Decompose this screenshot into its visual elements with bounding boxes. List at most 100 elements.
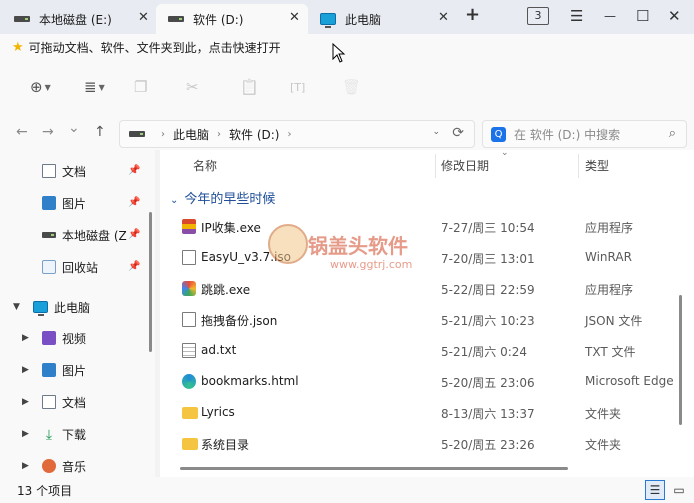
file-date: 7-20/周三 13:01 [441, 252, 535, 266]
mouse-cursor-icon [332, 43, 346, 63]
horizontal-scrollbar[interactable] [180, 467, 568, 470]
column-header-name[interactable]: 名称 [193, 150, 217, 182]
column-header-type[interactable]: 类型 [585, 150, 609, 182]
folder-icon [182, 407, 198, 419]
up-button[interactable]: ↑ [94, 124, 106, 140]
new-button[interactable]: ⊕ ▼ [30, 78, 51, 96]
file-name: IP收集.exe [201, 221, 261, 235]
sidebar-item-label: 图片 [62, 363, 87, 378]
chevron-right-icon[interactable]: › [161, 129, 165, 140]
chevron-right-icon[interactable]: ▶ [22, 397, 29, 407]
chevron-right-icon[interactable]: ▶ [22, 461, 29, 471]
file-date: 5-22/周日 22:59 [441, 283, 535, 297]
drive-icon [42, 232, 56, 238]
sidebar-item-documents[interactable]: 文档 [42, 158, 86, 184]
search-input[interactable]: 在 软件 (D:) 中搜索 [514, 126, 620, 143]
sidebar-item-drive-z[interactable]: 本地磁盘 (Z [42, 222, 127, 248]
details-view-button[interactable]: ☰ [645, 480, 665, 500]
file-date: 5-21/周六 0:24 [441, 345, 528, 359]
chevron-down-icon[interactable]: ▼ [13, 302, 20, 312]
file-type: JSON 文件 [585, 314, 643, 328]
file-row[interactable]: ad.txt 5-21/周六 0:24 TXT 文件 [160, 335, 694, 366]
file-date: 5-20/周五 23:26 [441, 438, 535, 452]
app-icon [182, 281, 196, 296]
column-divider[interactable] [578, 154, 579, 178]
navigation-bar: ← → ⌄ ↑ › 此电脑 › 软件 (D:) › ⌄ ⟳ Q 在 软件 (D:… [0, 116, 694, 150]
file-icon [182, 250, 196, 265]
chevron-right-icon[interactable]: › [287, 129, 291, 140]
pin-icon[interactable]: 📌 [128, 261, 140, 272]
tiles-view-button[interactable]: ▭ [669, 480, 689, 500]
file-row[interactable]: Lyrics 8-13/周六 13:37 文件夹 [160, 397, 694, 428]
file-type: Microsoft Edge [585, 374, 674, 388]
computer-icon [33, 301, 48, 316]
search-icon[interactable]: ⌕ [669, 126, 676, 141]
computer-icon [320, 13, 336, 28]
rename-button[interactable]: [T] [290, 81, 305, 94]
music-icon [42, 459, 56, 473]
column-header-date[interactable]: 修改日期 [441, 150, 489, 182]
new-tab-button[interactable]: + [465, 4, 480, 25]
tab-drive-e[interactable]: 本地磁盘 (E:) ✕ [2, 4, 154, 34]
tab-this-pc[interactable]: 此电脑 ✕ [308, 4, 458, 34]
file-row[interactable]: 系统目录 5-20/周五 23:26 文件夹 [160, 428, 694, 459]
item-count: 13 个项目 [17, 484, 73, 498]
sidebar-item-documents-pc[interactable]: 文档 [42, 389, 86, 415]
forward-button[interactable]: → [42, 124, 54, 140]
file-name: 跳跳.exe [201, 283, 251, 297]
tab-close-icon[interactable]: ✕ [138, 10, 149, 25]
column-divider[interactable] [435, 154, 436, 178]
file-name: 系统目录 [201, 438, 250, 452]
menu-icon[interactable]: ☰ [570, 7, 583, 25]
file-type: 应用程序 [585, 221, 634, 235]
refresh-icon[interactable]: ⟳ [452, 125, 464, 141]
sidebar-item-music[interactable]: 音乐 [42, 453, 86, 479]
sidebar-item-recycle-bin[interactable]: 回收站 [42, 254, 98, 280]
pin-icon[interactable]: 📌 [128, 197, 140, 208]
tab-drive-d[interactable]: 软件 (D:) ✕ [156, 4, 308, 34]
file-row[interactable]: 拖拽备份.json 5-21/周六 10:23 JSON 文件 [160, 304, 694, 335]
back-button[interactable]: ← [16, 124, 28, 140]
copy-button[interactable]: ❐ [134, 78, 147, 96]
watermark-url: www.ggtrj.com [330, 258, 413, 271]
close-window-button[interactable]: ✕ [668, 7, 681, 25]
download-icon: ⤓ [45, 427, 53, 443]
minimize-button[interactable]: — [604, 9, 616, 23]
cut-button[interactable]: ✂ [186, 78, 199, 96]
mascot-icon [268, 224, 308, 264]
view-button[interactable]: ≣ ▼ [84, 78, 105, 96]
pin-icon[interactable]: 📌 [128, 165, 140, 176]
file-name: Lyrics [201, 405, 235, 419]
address-bar[interactable]: › 此电脑 › 软件 (D:) › ⌄ ⟳ [119, 120, 475, 148]
file-row[interactable]: bookmarks.html 5-20/周五 23:06 Microsoft E… [160, 366, 694, 397]
pin-icon[interactable]: 📌 [128, 229, 140, 240]
group-header[interactable]: ⌄ 今年的早些时候 [170, 188, 275, 207]
tab-count-badge[interactable]: 3 [527, 7, 549, 25]
chevron-right-icon[interactable]: › [217, 129, 221, 140]
file-type: 文件夹 [585, 438, 622, 452]
breadcrumb-this-pc[interactable]: 此电脑 [173, 126, 209, 143]
breadcrumb-drive-d[interactable]: 软件 (D:) [229, 126, 279, 143]
chevron-right-icon[interactable]: ▶ [22, 429, 29, 439]
sidebar-scrollbar[interactable] [149, 212, 152, 352]
maximize-button[interactable]: ☐ [636, 7, 649, 25]
chevron-right-icon[interactable]: ▶ [22, 333, 29, 343]
file-date: 5-21/周六 10:23 [441, 314, 535, 328]
chevron-down-icon[interactable]: ⌄ [432, 127, 440, 137]
watermark-brand: 锅盖头软件 [308, 234, 408, 258]
sidebar-item-this-pc[interactable]: 此电脑 [33, 294, 90, 320]
sidebar-item-downloads[interactable]: ⤓ 下载 [42, 421, 86, 447]
tab-close-icon[interactable]: ✕ [438, 10, 449, 25]
vertical-scrollbar[interactable] [679, 295, 682, 425]
delete-button[interactable]: 🗑 [342, 78, 361, 96]
sidebar-item-videos[interactable]: 视频 [42, 325, 86, 351]
sidebar-item-pictures-pc[interactable]: 图片 [42, 357, 86, 383]
chevron-right-icon[interactable]: ▶ [22, 365, 29, 375]
search-box[interactable]: Q 在 软件 (D:) 中搜索 ⌕ [482, 120, 687, 148]
status-bar: 13 个项目 ☰ ▭ [0, 477, 694, 503]
tab-close-icon[interactable]: ✕ [289, 10, 300, 25]
document-icon [42, 395, 56, 409]
paste-button[interactable]: 📋 [240, 78, 259, 96]
recent-locations-button[interactable]: ⌄ [68, 120, 80, 136]
sidebar-item-pictures[interactable]: 图片 [42, 190, 86, 216]
